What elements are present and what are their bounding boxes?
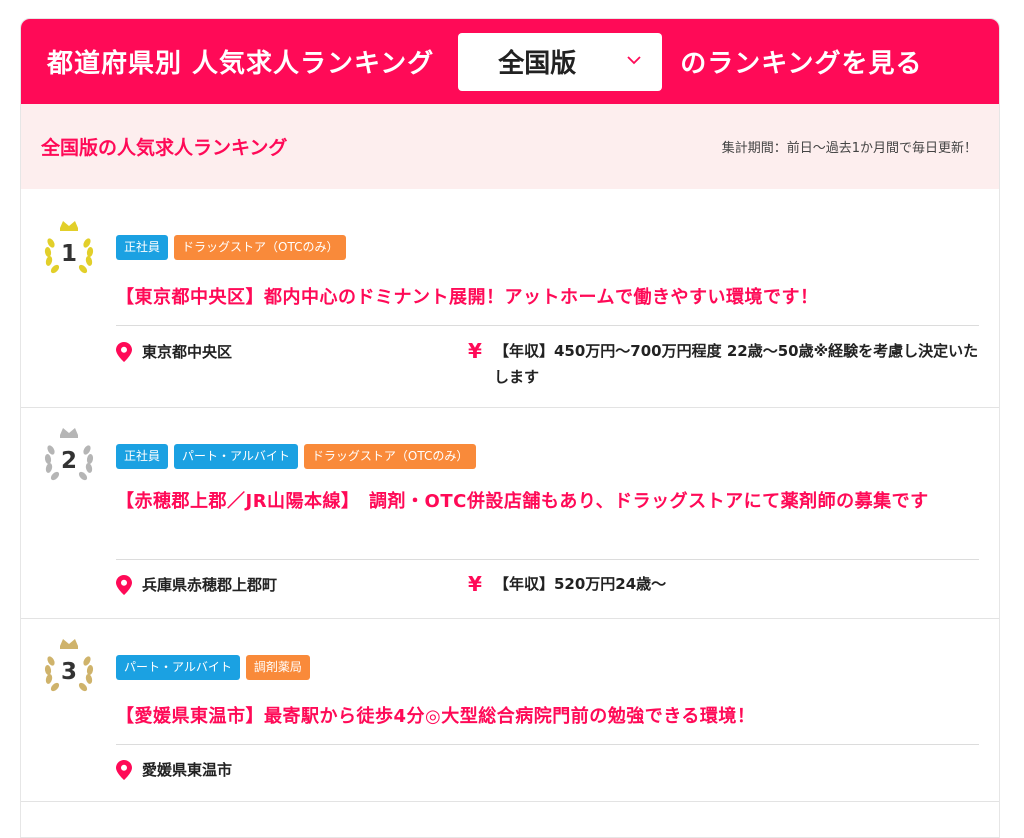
- job-location: 愛媛県東温市: [116, 759, 232, 780]
- employment-type-tag: パート・アルバイト: [116, 655, 240, 680]
- salary-text: 【年収】520万円24歳〜: [494, 575, 667, 593]
- ranking-item-1[interactable]: 1 正社員 ドラッグストア（OTCのみ） 【東京都中央区】都内中心のドミナント展…: [21, 189, 999, 408]
- location-text: 東京都中央区: [142, 343, 233, 361]
- workplace-type-tag: 調剤薬局: [245, 655, 310, 680]
- workplace-type-tag: ドラッグストア（OTCのみ）: [303, 444, 477, 469]
- ranking-item-3[interactable]: 3 パート・アルバイト 調剤薬局 【愛媛県東温市】最寄駅から徒歩4分◎大型総合病…: [21, 619, 999, 802]
- divider: [116, 559, 979, 560]
- job-location: 東京都中央区: [116, 341, 232, 362]
- employment-type-tag: 正社員: [116, 444, 169, 469]
- header-suffix: のランキングを見る: [680, 49, 923, 79]
- divider: [116, 325, 979, 326]
- ranking-card: 都道府県別 人気求人ランキング 全国版 のランキングを見る 全国版の人気求人ラン…: [20, 18, 1000, 838]
- ranking-header: 都道府県別 人気求人ランキング 全国版 のランキングを見る: [21, 19, 999, 104]
- job-title-link[interactable]: 【東京都中央区】都内中心のドミナント展開！アットホームで働きやすい環境です！: [116, 282, 986, 314]
- rank-number: 3: [60, 659, 77, 685]
- map-pin-icon: [116, 759, 132, 780]
- bronze-crown-laurel-icon: 3: [41, 637, 97, 697]
- ranking-item-2[interactable]: 2 正社員 パート・アルバイト ドラッグストア（OTCのみ） 【赤穂郡上郡／JR…: [21, 408, 999, 619]
- salary-text: 【年収】450万円〜700万円程度 22歳〜50歳※経験を考慮し決定いたします: [494, 342, 979, 386]
- job-location: 兵庫県赤穂郡上郡町: [116, 574, 277, 595]
- gold-crown-laurel-icon: 1: [41, 219, 97, 279]
- job-salary: ¥ 【年収】520万円24歳〜: [468, 571, 988, 597]
- workplace-type-tag: ドラッグストア（OTCのみ）: [174, 235, 347, 260]
- yen-icon: ¥: [468, 339, 482, 363]
- tag-list: 正社員 パート・アルバイト ドラッグストア（OTCのみ）: [116, 444, 477, 469]
- location-text: 兵庫県赤穂郡上郡町: [142, 576, 278, 594]
- ranking-subheader: 全国版の人気求人ランキング 集計期間：前日〜過去1か月間で毎日更新！: [21, 104, 999, 189]
- silver-crown-laurel-icon: 2: [41, 426, 97, 486]
- employment-type-tag: 正社員: [116, 235, 169, 260]
- job-salary: ¥ 【年収】450万円〜700万円程度 22歳〜50歳※経験を考慮し決定いたしま…: [468, 338, 988, 390]
- prefecture-select[interactable]: 全国版: [458, 32, 663, 91]
- employment-type-tag: パート・アルバイト: [174, 444, 298, 469]
- tag-list: 正社員 ドラッグストア（OTCのみ）: [116, 235, 347, 260]
- map-pin-icon: [116, 574, 132, 595]
- tag-list: パート・アルバイト 調剤薬局: [116, 655, 310, 680]
- header-title: 都道府県別 人気求人ランキング: [47, 49, 435, 79]
- location-text: 愛媛県東温市: [142, 761, 233, 779]
- job-title-link[interactable]: 【愛媛県東温市】最寄駅から徒歩4分◎大型総合病院門前の勉強できる環境！: [116, 701, 986, 733]
- ranking-subtitle: 全国版の人気求人ランキング: [41, 137, 288, 159]
- chevron-down-icon: [627, 55, 641, 64]
- aggregation-period: 集計期間：前日〜過去1か月間で毎日更新！: [721, 141, 977, 156]
- divider: [116, 744, 979, 745]
- rank-number: 2: [60, 448, 77, 474]
- map-pin-icon: [116, 341, 132, 362]
- rank-number: 1: [60, 241, 77, 267]
- yen-icon: ¥: [468, 572, 482, 596]
- job-title-link[interactable]: 【赤穂郡上郡／JR山陽本線】 調剤・OTC併設店舗もあり、ドラッグストアにて薬剤…: [116, 486, 986, 518]
- prefecture-select-value: 全国版: [498, 49, 577, 79]
